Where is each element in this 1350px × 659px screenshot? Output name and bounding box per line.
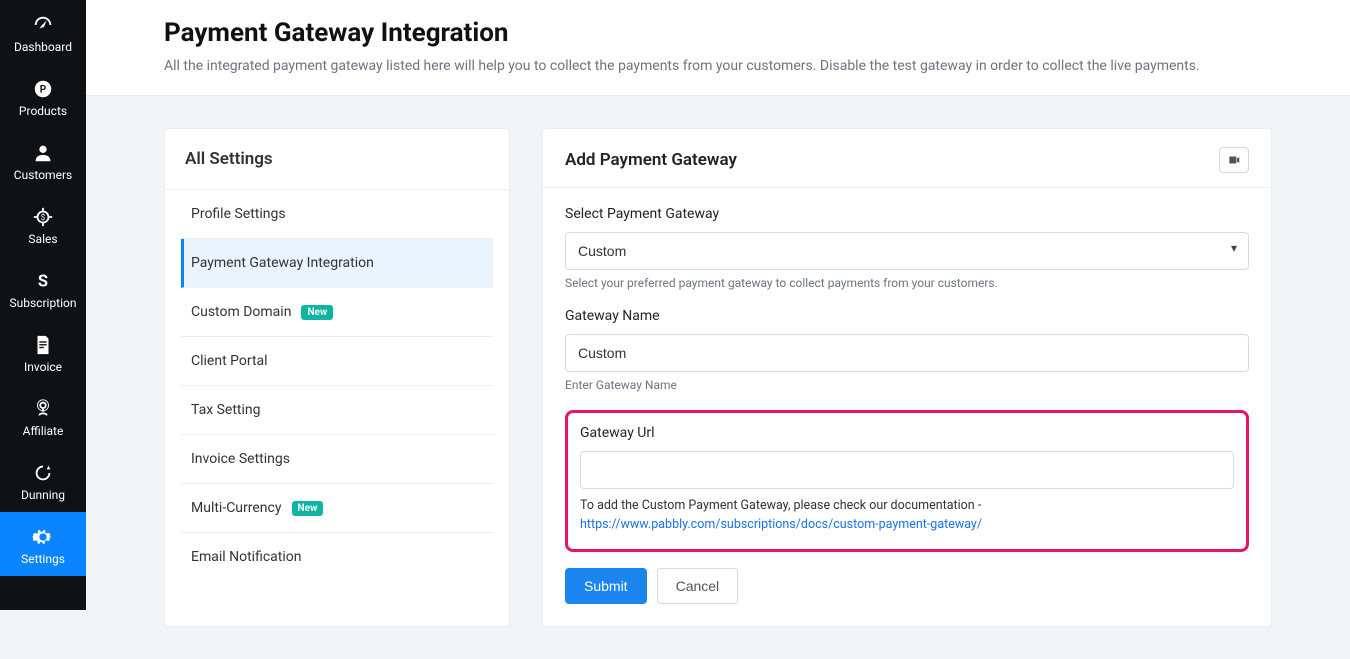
sidebar-item-sales[interactable]: $ Sales [0,192,86,256]
sidebar-item-affiliate[interactable]: Affiliate [0,384,86,448]
gateway-name-input[interactable] [565,334,1249,372]
gateway-url-highlight: Gateway Url To add the Custom Payment Ga… [565,410,1249,552]
select-gateway-dropdown[interactable]: Custom [565,232,1249,270]
sidebar-item-subscription[interactable]: S Subscription [0,256,86,320]
settings-list-title: All Settings [165,129,509,190]
sidebar-item-settings[interactable]: Settings [0,512,86,576]
gateway-name-helper: Enter Gateway Name [565,378,1249,392]
sidebar-item-label: Settings [21,552,65,566]
select-gateway-helper: Select your preferred payment gateway to… [565,276,1249,290]
settings-item-multi-currency[interactable]: Multi-CurrencyNew [181,484,493,533]
sidebar-item-label: Products [19,104,67,118]
gateway-url-input[interactable] [580,451,1234,489]
svg-text:$: $ [41,212,46,223]
submit-button[interactable]: Submit [565,568,647,604]
gateway-url-helper: To add the Custom Payment Gateway, pleas… [580,497,1234,535]
sidebar-item-label: Dashboard [14,40,72,54]
settings-icon [32,526,54,548]
settings-item-email-notification[interactable]: Email Notification [181,533,493,581]
sidebar-item-dunning[interactable]: Dunning [0,448,86,512]
page-header: Payment Gateway Integration All the inte… [86,0,1350,96]
sidebar-item-label: Invoice [24,360,62,374]
settings-item-payment-gateway[interactable]: Payment Gateway Integration [181,239,493,288]
new-badge: New [292,501,324,516]
sidebar-item-invoice[interactable]: Invoice [0,320,86,384]
settings-item-tax[interactable]: Tax Setting [181,386,493,435]
select-gateway-label: Select Payment Gateway [565,206,1249,222]
sidebar-item-label: Customers [14,168,72,182]
svg-text:S: S [38,273,48,292]
sidebar-item-customers[interactable]: Customers [0,128,86,192]
gateway-name-label: Gateway Name [565,308,1249,324]
dunning-icon [32,462,54,484]
page-title: Payment Gateway Integration [164,18,1272,48]
settings-list: Profile Settings Payment Gateway Integra… [165,190,509,581]
documentation-link[interactable]: https://www.pabbly.com/subscriptions/doc… [580,517,982,532]
content-area: All Settings Profile Settings Payment Ga… [86,96,1350,659]
sidebar-item-label: Subscription [10,296,77,310]
subscription-icon: S [32,270,54,292]
sidebar-item-products[interactable]: P Products [0,64,86,128]
cancel-button[interactable]: Cancel [657,568,739,604]
gateway-url-label: Gateway Url [580,425,1234,441]
customers-icon [32,142,54,164]
new-badge: New [301,305,333,320]
settings-item-profile[interactable]: Profile Settings [181,190,493,239]
settings-item-invoice-settings[interactable]: Invoice Settings [181,435,493,484]
invoice-icon [32,334,54,356]
sidebar-item-dashboard[interactable]: Dashboard [0,0,86,64]
settings-item-custom-domain[interactable]: Custom DomainNew [181,288,493,337]
video-help-button[interactable] [1219,147,1249,173]
sidebar-item-label: Affiliate [23,424,64,438]
affiliate-icon [32,398,54,420]
sidebar-item-label: Sales [28,232,57,246]
sales-icon: $ [32,206,54,228]
form-title: Add Payment Gateway [565,150,737,170]
main-sidebar: Dashboard P Products Customers $ Sales S… [0,0,86,610]
products-icon: P [32,78,54,100]
main-area: Payment Gateway Integration All the inte… [86,0,1350,610]
settings-list-card: All Settings Profile Settings Payment Ga… [164,128,510,627]
video-icon [1227,153,1241,167]
svg-text:P: P [40,85,47,96]
add-gateway-card: Add Payment Gateway Select Payment Gatew… [542,128,1272,627]
dashboard-icon [32,14,54,36]
page-subtitle: All the integrated payment gateway liste… [164,56,1272,77]
sidebar-item-label: Dunning [21,488,65,502]
settings-item-client-portal[interactable]: Client Portal [181,337,493,386]
